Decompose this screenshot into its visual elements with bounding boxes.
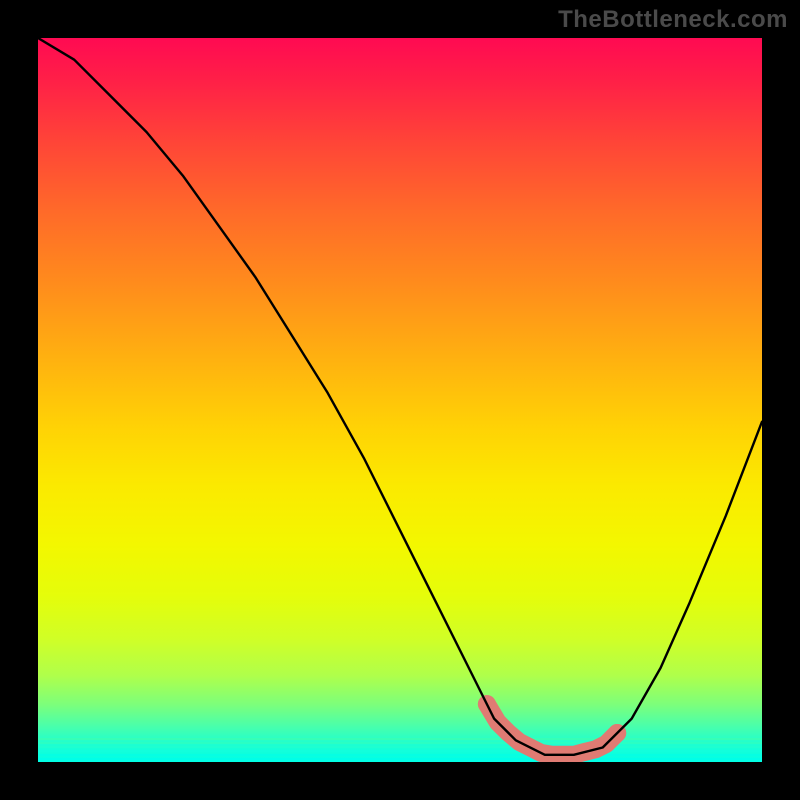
chart-stage: TheBottleneck.com [0, 0, 800, 800]
attribution-text: TheBottleneck.com [558, 6, 788, 34]
plot-area [38, 38, 762, 762]
chart-svg [38, 38, 762, 762]
bottleneck-curve [38, 38, 762, 755]
